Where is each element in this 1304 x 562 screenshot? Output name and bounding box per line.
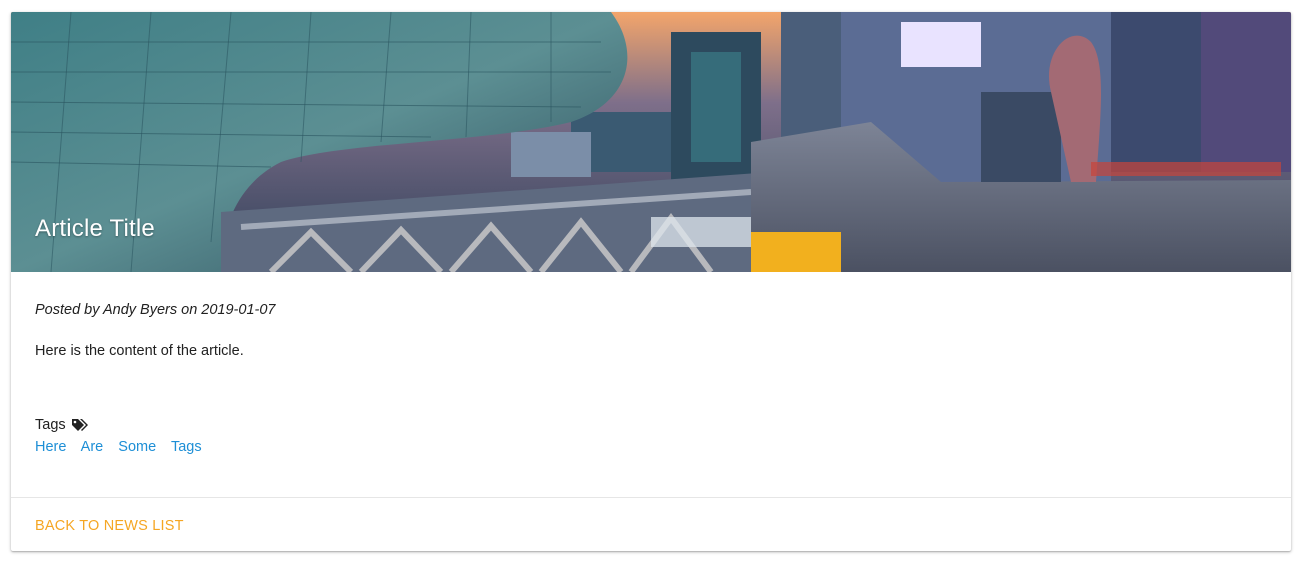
tags-label: Tags bbox=[35, 417, 66, 433]
posted-byline: Posted by Andy Byers on 2019-01-07 bbox=[35, 302, 276, 318]
card-actions: BACK TO NEWS LIST bbox=[35, 517, 184, 535]
article-title: Article Title bbox=[35, 215, 155, 242]
article-hero-image: Article Title bbox=[11, 12, 1291, 272]
card-actions-divider bbox=[11, 497, 1291, 498]
back-to-news-list-button[interactable]: BACK TO NEWS LIST bbox=[35, 518, 184, 534]
tag-link-here[interactable]: Here bbox=[35, 439, 66, 455]
tag-link-some[interactable]: Some bbox=[118, 439, 156, 455]
tags-icon bbox=[71, 418, 89, 432]
article-content: Here is the content of the article. bbox=[35, 343, 244, 359]
hero-cityscape-graphic bbox=[11, 12, 1291, 272]
tag-link-tags[interactable]: Tags bbox=[171, 439, 202, 455]
tag-list: Here Are Some Tags bbox=[35, 439, 213, 455]
tag-link-are[interactable]: Are bbox=[81, 439, 104, 455]
article-card: Article Title Posted by Andy Byers on 20… bbox=[11, 12, 1291, 551]
tags-header: Tags bbox=[35, 417, 89, 433]
